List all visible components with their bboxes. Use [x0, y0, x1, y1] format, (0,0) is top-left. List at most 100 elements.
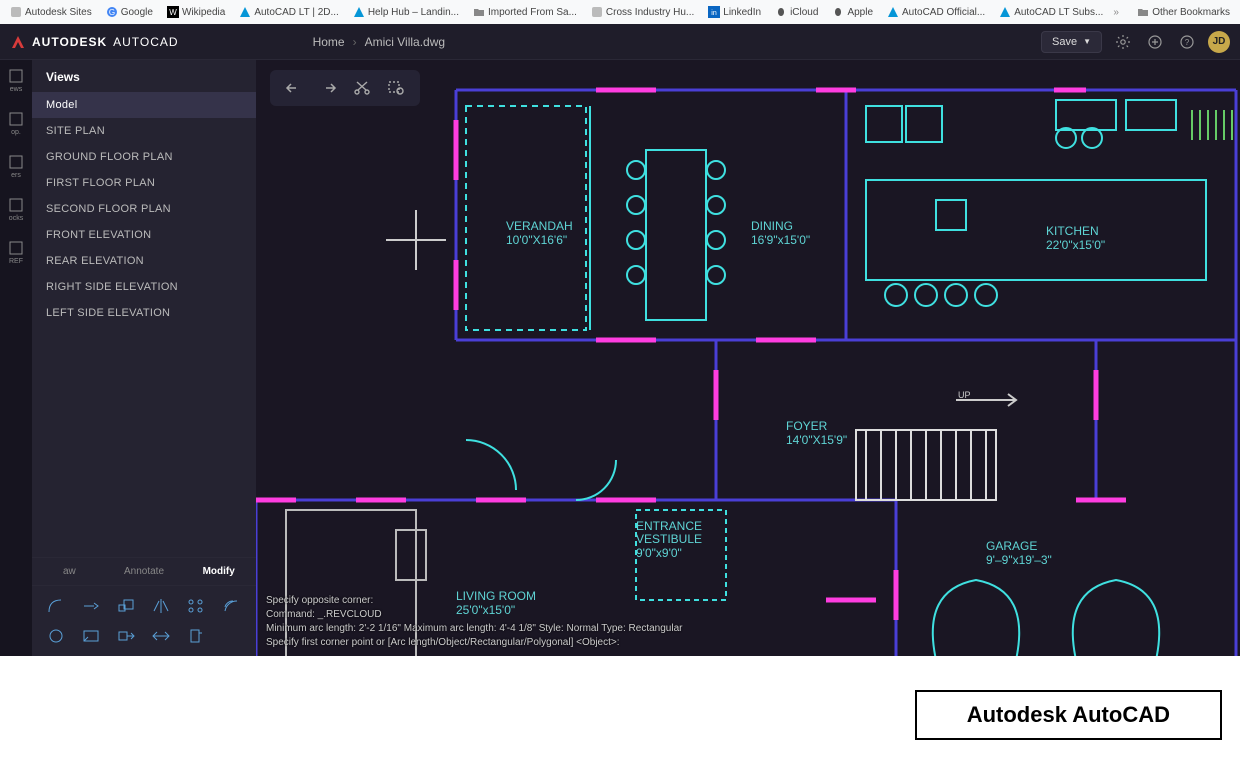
- rotate-tool-icon[interactable]: [182, 624, 210, 648]
- fillet-tool-icon[interactable]: [42, 594, 70, 618]
- autocad-app: AUTODESK AUTOCAD Home › Amici Villa.dwg …: [0, 24, 1240, 656]
- svg-text:VESTIBULE: VESTIBULE: [636, 532, 702, 546]
- other-bookmarks[interactable]: Other Bookmarks: [1133, 4, 1234, 20]
- rail-tab[interactable]: ews: [2, 68, 30, 93]
- svg-text:UP: UP: [958, 390, 971, 400]
- bookmark-item[interactable]: AutoCAD LT | 2D...: [235, 4, 342, 20]
- sidebar-tab[interactable]: aw: [32, 558, 107, 585]
- modify-tool-grid: [32, 585, 256, 656]
- view-item[interactable]: SITE PLAN: [32, 118, 256, 144]
- bookmark-item[interactable]: iCloud: [771, 4, 822, 20]
- chevron-right-icon: ›: [353, 35, 357, 49]
- view-item[interactable]: FRONT ELEVATION: [32, 222, 256, 248]
- mirror-tool-icon[interactable]: [147, 594, 175, 618]
- bookmark-item[interactable]: Cross Industry Hu...: [587, 4, 698, 20]
- comment-icon[interactable]: [1144, 31, 1166, 53]
- array-tool-icon[interactable]: [182, 594, 210, 618]
- sidebar-bottom-tabs: awAnnotateModify: [32, 557, 256, 585]
- view-item[interactable]: SECOND FLOOR PLAN: [32, 196, 256, 222]
- sidebar-tab[interactable]: Modify: [181, 558, 256, 585]
- svg-text:9'0"x9'0": 9'0"x9'0": [636, 546, 682, 560]
- save-button[interactable]: Save ▼: [1041, 31, 1102, 53]
- rail-tab-label: ews: [10, 86, 22, 93]
- rail-tab-label: ocks: [9, 215, 23, 222]
- left-icon-rail: ews op. ers ocks REF: [0, 60, 32, 656]
- bookmark-label: Google: [121, 7, 153, 18]
- bookmark-item[interactable]: Autodesk Sites: [6, 4, 96, 20]
- help-icon[interactable]: ?: [1176, 31, 1198, 53]
- selection-icon[interactable]: [386, 78, 406, 98]
- svg-text:in: in: [712, 10, 718, 17]
- breadcrumb-file[interactable]: Amici Villa.dwg: [365, 35, 445, 49]
- bookmark-item[interactable]: in LinkedIn: [704, 4, 765, 20]
- sidebar-tab[interactable]: Annotate: [107, 558, 182, 585]
- caption-label: Autodesk AutoCAD: [915, 690, 1222, 740]
- svg-text:GARAGE: GARAGE: [986, 539, 1037, 553]
- app-main: ews op. ers ocks REF Views ModelSITE PLANGRO…: [0, 60, 1240, 656]
- svg-text:FOYER: FOYER: [786, 419, 828, 433]
- undo-icon[interactable]: [284, 78, 304, 98]
- stretch-tool-icon[interactable]: [112, 624, 140, 648]
- views-sidebar: Views ModelSITE PLANGROUND FLOOR PLANFIR…: [32, 60, 256, 656]
- bookmark-item[interactable]: Help Hub – Landin...: [349, 4, 463, 20]
- view-item[interactable]: REAR ELEVATION: [32, 248, 256, 274]
- drawing-canvas[interactable]: VERANDAH 10'0"X16'6" DINING 16'9"x15'0" …: [256, 60, 1240, 656]
- redo-icon[interactable]: [318, 78, 338, 98]
- bookmark-item[interactable]: G Google: [102, 4, 157, 20]
- bookmark-item[interactable]: AutoCAD LT Subs...: [995, 4, 1107, 20]
- svg-text:10'0"X16'6": 10'0"X16'6": [506, 233, 567, 247]
- explode-tool-icon[interactable]: [217, 624, 245, 648]
- rail-tab[interactable]: ers: [2, 154, 30, 179]
- offset-tool-icon[interactable]: [217, 594, 245, 618]
- cmdline-line: Specify first corner point or [Arc lengt…: [266, 636, 682, 650]
- canvas-toolbar: [270, 70, 420, 106]
- topbar-right: Save ▼ ? JD: [1041, 31, 1230, 53]
- bookmark-label: Help Hub – Landin...: [368, 7, 459, 18]
- svg-text:9'–9"x19'–3": 9'–9"x19'–3": [986, 553, 1052, 567]
- rail-tab[interactable]: REF: [2, 240, 30, 265]
- bookmark-label: LinkedIn: [723, 7, 761, 18]
- rail-tab[interactable]: op.: [2, 111, 30, 136]
- rail-tab-label: ers: [11, 172, 21, 179]
- views-list: ModelSITE PLANGROUND FLOOR PLANFIRST FLO…: [32, 92, 256, 557]
- svg-text:?: ?: [1185, 38, 1190, 47]
- svg-text:G: G: [109, 8, 115, 17]
- gear-icon[interactable]: [1112, 31, 1134, 53]
- bookmark-label: AutoCAD LT Subs...: [1014, 7, 1103, 18]
- svg-text:ENTRANCE: ENTRANCE: [636, 519, 702, 533]
- cut-icon[interactable]: [352, 78, 372, 98]
- user-avatar[interactable]: JD: [1208, 31, 1230, 53]
- scale-tool-icon[interactable]: [112, 594, 140, 618]
- bookmark-item[interactable]: WWikipedia: [163, 4, 229, 20]
- rail-tab[interactable]: ocks: [2, 197, 30, 222]
- svg-text:22'0"x15'0": 22'0"x15'0": [1046, 238, 1105, 252]
- view-item[interactable]: LEFT SIDE ELEVATION: [32, 300, 256, 326]
- trim-tool-icon[interactable]: [77, 594, 105, 618]
- rail-tab-label: REF: [9, 258, 23, 265]
- view-item[interactable]: RIGHT SIDE ELEVATION: [32, 274, 256, 300]
- command-line[interactable]: Specify opposite corner: Command: _.REVC…: [266, 594, 682, 650]
- bookmark-item[interactable]: Apple: [828, 4, 877, 20]
- view-item[interactable]: Model: [32, 92, 256, 118]
- view-item[interactable]: GROUND FLOOR PLAN: [32, 144, 256, 170]
- floorplan-drawing: VERANDAH 10'0"X16'6" DINING 16'9"x15'0" …: [256, 60, 1240, 656]
- rectangle-tool-icon[interactable]: [77, 624, 105, 648]
- cmdline-line: Specify opposite corner:: [266, 594, 682, 608]
- circle-tool-icon[interactable]: [42, 624, 70, 648]
- app-logo[interactable]: AUTODESK AUTOCAD: [10, 34, 179, 50]
- save-button-label: Save: [1052, 36, 1077, 48]
- bookmark-label: Wikipedia: [182, 7, 225, 18]
- move-tool-icon[interactable]: [147, 624, 175, 648]
- view-item[interactable]: FIRST FLOOR PLAN: [32, 170, 256, 196]
- app-topbar: AUTODESK AUTOCAD Home › Amici Villa.dwg …: [0, 24, 1240, 60]
- bookmark-label: AutoCAD Official...: [902, 7, 985, 18]
- bookmark-item[interactable]: AutoCAD Official...: [883, 4, 989, 20]
- svg-text:VERANDAH: VERANDAH: [506, 219, 573, 233]
- autodesk-logo-icon: [10, 34, 26, 50]
- overflow-icon[interactable]: »: [1113, 7, 1119, 18]
- bookmark-label: Imported From Sa...: [488, 7, 577, 18]
- chevron-down-icon: ▼: [1083, 37, 1091, 46]
- bookmark-item[interactable]: Imported From Sa...: [469, 4, 581, 20]
- breadcrumb-home[interactable]: Home: [313, 35, 345, 49]
- svg-text:16'9"x15'0": 16'9"x15'0": [751, 233, 810, 247]
